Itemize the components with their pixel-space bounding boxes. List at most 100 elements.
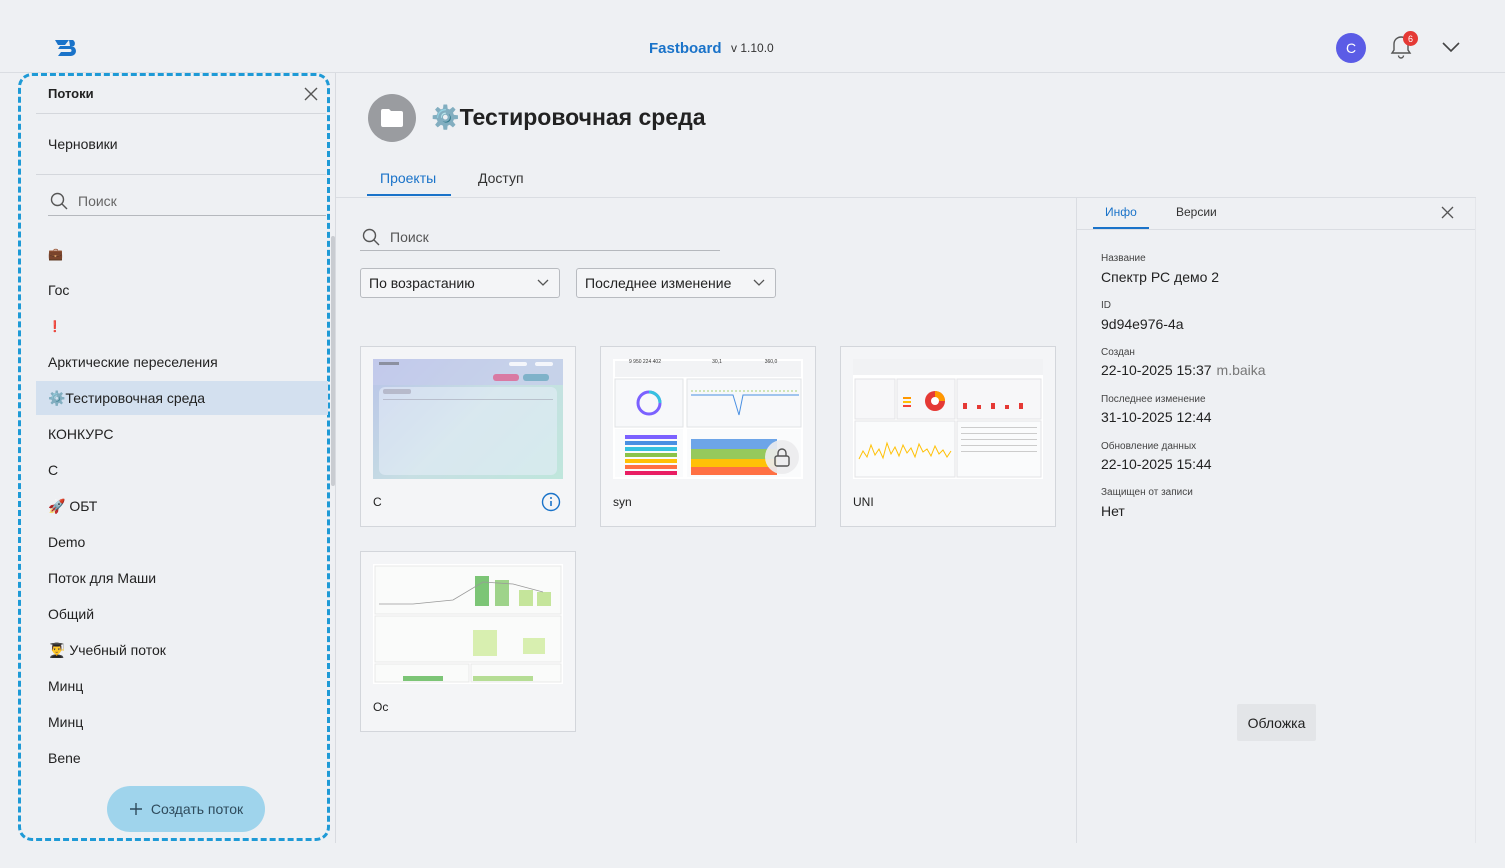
project-thumbnail xyxy=(853,359,1043,479)
sort-order-value: По возрастанию xyxy=(369,275,475,291)
divider xyxy=(1077,229,1475,230)
created-by-user[interactable]: m.baika xyxy=(1217,362,1266,378)
project-card[interactable]: 9 950 224 402 30,1 360,0 syn xyxy=(600,346,816,527)
tab-info[interactable]: Инфо xyxy=(1105,205,1137,219)
thumb-kpi-1: 9 950 224 402 xyxy=(629,359,661,365)
tab-access[interactable]: Доступ xyxy=(478,170,524,186)
sidebar-item[interactable]: Гос xyxy=(36,273,328,307)
sidebar-title: Потоки xyxy=(48,86,94,101)
field-label-modified: Последнее изменение xyxy=(1101,394,1206,405)
sidebar-item-label: Арктические переселения xyxy=(48,354,218,370)
search-underline xyxy=(360,250,720,251)
active-tab-indicator xyxy=(367,194,451,196)
sidebar-item-label: С xyxy=(48,462,59,478)
divider xyxy=(1076,198,1077,843)
field-label-created: Создан xyxy=(1101,347,1135,358)
field-label-data-update: Обновление данных xyxy=(1101,441,1197,452)
sidebar-item-label: 👨‍🎓 Учебный поток xyxy=(48,641,166,658)
thumb-kpi-2: 30,1 xyxy=(712,359,722,365)
field-label-name: Название xyxy=(1101,253,1146,264)
project-name: С xyxy=(373,495,382,509)
sidebar-item[interactable]: Минц xyxy=(36,705,328,739)
sidebar-item[interactable]: Bene xyxy=(36,741,328,775)
divider xyxy=(36,113,326,114)
divider xyxy=(1475,198,1476,843)
divider xyxy=(335,73,336,843)
lock-icon xyxy=(765,440,799,474)
field-label-id: ID xyxy=(1101,300,1111,311)
project-name: UNI xyxy=(853,495,874,509)
sidebar-item-drafts[interactable]: Черновики xyxy=(48,136,118,152)
sort-field-value: Последнее изменение xyxy=(585,275,732,291)
sidebar-item-active[interactable]: ⚙️Тестировочная среда xyxy=(36,381,328,415)
field-value-created: 22-10-2025 15:37 m.baika xyxy=(1101,362,1266,378)
created-date: 22-10-2025 15:37 xyxy=(1101,362,1212,378)
chevron-down-icon[interactable] xyxy=(1441,40,1461,54)
divider xyxy=(36,174,326,175)
projects-search-input[interactable]: Поиск xyxy=(390,229,429,245)
project-thumbnail xyxy=(373,564,563,684)
field-label-protected: Защищен от записи xyxy=(1101,487,1193,498)
sidebar-item[interactable]: КОНКУРС xyxy=(36,417,328,451)
tab-projects[interactable]: Проекты xyxy=(380,170,436,186)
sidebar-search-input[interactable]: Поиск xyxy=(78,193,117,209)
divider xyxy=(336,197,1476,198)
create-stream-button[interactable]: Создать поток xyxy=(107,786,265,832)
sidebar-item[interactable]: 🚀 ОБТ xyxy=(36,489,328,523)
app-version: v 1.10.0 xyxy=(731,41,774,55)
close-icon[interactable] xyxy=(1441,206,1454,219)
sort-field-select[interactable]: Последнее изменение xyxy=(576,268,776,298)
sidebar-item[interactable]: ❗ xyxy=(36,309,328,343)
sidebar-item[interactable]: Demo xyxy=(36,525,328,559)
tab-versions[interactable]: Версии xyxy=(1176,205,1217,219)
search-underline xyxy=(48,215,326,216)
sidebar-item-label: 💼 xyxy=(48,247,63,261)
project-name: Ос xyxy=(373,700,389,714)
fastboard-logo-icon[interactable] xyxy=(52,36,80,60)
field-value-id: 9d94e976-4a xyxy=(1101,316,1184,332)
sidebar-item-label: Минц xyxy=(48,714,84,730)
create-stream-label: Создать поток xyxy=(150,801,244,817)
project-card[interactable]: Ос xyxy=(360,551,576,732)
thumb-kpi-3: 360,0 xyxy=(764,359,778,365)
chevron-down-icon xyxy=(537,279,549,286)
sidebar-item-label: 🚀 ОБТ xyxy=(48,497,98,514)
sidebar-item-label: Общий xyxy=(48,606,95,622)
sidebar-item[interactable]: 💼 xyxy=(36,237,328,271)
info-icon[interactable] xyxy=(541,492,561,512)
project-card[interactable]: С xyxy=(360,346,576,527)
sidebar-item-label: Гос xyxy=(48,282,70,298)
notification-badge: 6 xyxy=(1403,31,1418,46)
page-title: ⚙️Тестировочная среда xyxy=(431,104,706,130)
field-value-name: Спектр РС демо 2 xyxy=(1101,269,1220,285)
project-card[interactable]: UNI xyxy=(840,346,1056,527)
sidebar-item-label: ❗ xyxy=(48,320,62,333)
project-thumbnail xyxy=(373,359,563,479)
sidebar-item[interactable]: Минц xyxy=(36,669,328,703)
sidebar-item[interactable]: Арктические переселения xyxy=(36,345,328,379)
field-value-modified: 31-10-2025 12:44 xyxy=(1101,409,1212,425)
sidebar-item[interactable]: Поток для Маши xyxy=(36,561,328,595)
sidebar-item-label: Demo xyxy=(48,534,86,550)
project-name: syn xyxy=(613,495,632,509)
sidebar-item[interactable]: 👨‍🎓 Учебный поток xyxy=(36,633,328,667)
chevron-down-icon xyxy=(753,279,765,286)
sort-order-select[interactable]: По возрастанию xyxy=(360,268,560,298)
sidebar-item-label: Минц xyxy=(48,678,84,694)
close-icon[interactable] xyxy=(303,86,319,102)
plus-icon xyxy=(129,803,142,815)
search-icon xyxy=(50,192,68,210)
search-icon xyxy=(362,228,380,246)
user-avatar[interactable]: С xyxy=(1336,33,1366,63)
cover-button[interactable]: Обложка xyxy=(1237,704,1316,741)
sidebar-item-label: КОНКУРС xyxy=(48,426,114,442)
folder-icon xyxy=(368,94,416,142)
field-value-data-update: 22-10-2025 15:44 xyxy=(1101,456,1212,472)
field-value-protected: Нет xyxy=(1101,503,1125,519)
sidebar-item[interactable]: Общий xyxy=(36,597,328,631)
sidebar-item-label: Bene xyxy=(48,750,81,766)
sidebar-item-label: ⚙️Тестировочная среда xyxy=(48,389,206,406)
sidebar-item-label: Поток для Маши xyxy=(48,570,157,586)
sidebar-item[interactable]: С xyxy=(36,453,328,487)
app-brand: Fastboard xyxy=(649,40,722,57)
